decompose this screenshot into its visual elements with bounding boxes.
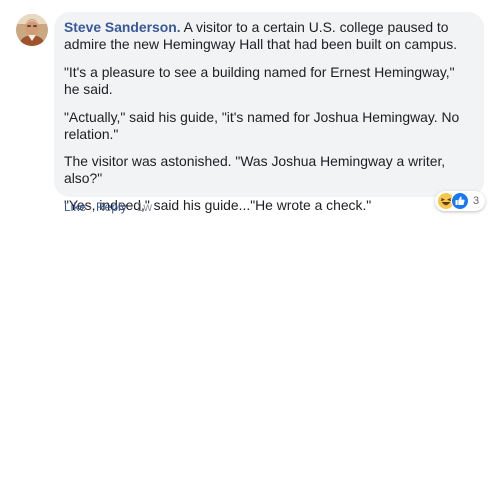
comment-bubble: Steve Sanderson. A visitor to a certain … [54,12,484,213]
comment-paragraph-2: "It's a pleasure to see a building named… [64,64,455,97]
like-link[interactable]: Like [64,200,86,214]
comment-paragraph-3: "Actually," said his guide, "it's named … [64,109,460,142]
reaction-count: 3 [473,195,480,207]
comment-paragraph-1: Steve Sanderson. A visitor to a certain … [64,19,472,53]
reply-link[interactable]: Reply [96,200,127,214]
like-thumb-icon [451,192,469,210]
comment-actions: Like · Reply · 1w [64,200,152,214]
avatar-photo [16,14,48,46]
separator: · [89,200,94,214]
comment-paragraph-4: The visitor was astonished. "Was Joshua … [64,153,446,186]
author-name[interactable]: Steve Sanderson. [64,19,181,35]
timestamp-link[interactable]: 1w [137,200,152,214]
avatar[interactable] [16,14,48,46]
separator: · [129,200,134,214]
reactions-summary[interactable]: 3 [435,191,486,211]
